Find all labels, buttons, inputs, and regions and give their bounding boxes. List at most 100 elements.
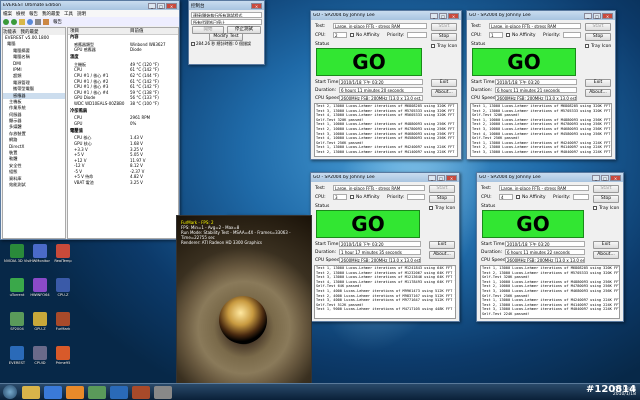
test-select[interactable]: Large, in-place FFTs - stress RAM [333, 23, 427, 29]
back-icon[interactable] [3, 18, 9, 25]
taskbar-ie-icon[interactable] [44, 385, 62, 399]
exit-button[interactable]: Exit [593, 241, 619, 249]
stop-button[interactable]: Stop [585, 33, 611, 41]
cpu-select[interactable]: 1 [489, 32, 503, 38]
report-label[interactable]: 報告 [53, 19, 62, 25]
start-button[interactable]: Start [429, 185, 455, 193]
taskbar: 下午 03:34 2010/1/18 [0, 383, 640, 400]
menu-file[interactable]: 檔案 [3, 11, 12, 17]
priority-select[interactable] [573, 194, 589, 200]
close-button[interactable]: × [602, 12, 613, 19]
cpu-select[interactable]: 4 [499, 194, 513, 200]
about-button[interactable]: About... [431, 89, 457, 97]
cpu-select[interactable]: 2 [333, 32, 347, 38]
app-icon [56, 312, 70, 326]
everest-menubar: 檔案 檢視 報告 我的最愛 工具 說明 [1, 10, 179, 17]
column-item[interactable]: 項目 [68, 28, 130, 34]
taskbar-media-icon[interactable] [66, 385, 84, 399]
start-button[interactable]: Start [431, 23, 457, 31]
about-button[interactable]: About... [585, 89, 611, 97]
checkbox[interactable] [191, 42, 195, 46]
stop-button[interactable]: Stop [431, 33, 457, 41]
affinity-checkbox[interactable] [350, 33, 354, 37]
maximize-button[interactable]: □ [157, 2, 165, 9]
tab-menu[interactable]: 功能表 [3, 29, 17, 35]
about-button[interactable]: About... [593, 251, 619, 259]
priority-label: Priority: [387, 33, 405, 38]
forward-icon[interactable] [11, 18, 17, 25]
close-button[interactable]: × [251, 2, 262, 9]
exit-button[interactable]: Exit [431, 79, 457, 87]
trayicon-checkbox[interactable] [585, 44, 589, 48]
start-button[interactable]: Start [585, 23, 611, 31]
minimize-button[interactable]: _ [428, 174, 436, 181]
menu-favorites[interactable]: 我的最愛 [42, 11, 60, 17]
about-button[interactable]: About... [429, 251, 455, 259]
menu-view[interactable]: 檢視 [16, 11, 25, 17]
priority-select[interactable] [563, 32, 581, 38]
affinity-checkbox[interactable] [350, 195, 354, 199]
sensor-row: VBAT 電池 3.25 V [68, 180, 178, 186]
maximize-button[interactable]: □ [593, 12, 601, 19]
priority-select[interactable] [407, 194, 425, 200]
app-icon [56, 278, 70, 292]
priority-select[interactable] [407, 32, 427, 38]
minimize-button[interactable]: _ [584, 12, 592, 19]
log-textarea: Test 2, 13000 Lucas-Lehmer iterations of… [314, 103, 458, 157]
trayicon-checkbox[interactable] [429, 206, 433, 210]
sensor-label: WDC WD10EALS-00Z8B0 [74, 100, 125, 106]
total-time-text: 284.26 秒 總計時間: 0 個錯誤 [196, 41, 251, 46]
minimize-button[interactable]: _ [592, 174, 600, 181]
menu-tools[interactable]: 工具 [64, 11, 73, 17]
start-orb-icon[interactable] [3, 385, 17, 399]
exit-button[interactable]: Exit [585, 79, 611, 87]
desktop-icon[interactable]: RealTemp [48, 244, 78, 272]
desktop-icon[interactable]: CPU-Z [48, 278, 78, 306]
test-select[interactable]: Large, in-place FFTs - stress RAM [489, 23, 581, 29]
start-button[interactable]: Start [593, 185, 619, 193]
stop-button[interactable]: Stop [429, 195, 455, 203]
menu-help[interactable]: 說明 [77, 11, 86, 17]
maximize-button[interactable]: □ [601, 174, 609, 181]
close-button[interactable]: × [166, 2, 177, 9]
minimize-button[interactable]: _ [430, 12, 438, 19]
affinity-checkbox[interactable] [506, 33, 510, 37]
taskbar-everest-icon[interactable] [110, 385, 128, 399]
taskbar-sp2004-icon[interactable] [88, 385, 106, 399]
test-select[interactable]: Large, in-place FFTs - stress RAM [333, 185, 425, 191]
duration-field: 6 hours 11 minutes 21 seconds [495, 87, 577, 93]
cpu-select[interactable]: 3 [333, 194, 347, 200]
sensor-row: WDC WD10EALS-00Z8B0 38 °C (100 °F) [68, 101, 178, 107]
maximize-button[interactable]: □ [439, 12, 447, 19]
exit-button[interactable]: Exit [429, 241, 455, 249]
trayicon-checkbox[interactable] [431, 44, 435, 48]
close-button[interactable]: × [610, 174, 621, 181]
column-value[interactable]: 目前值 [130, 28, 144, 34]
taskbar-control-icon[interactable] [154, 385, 172, 399]
close-button[interactable]: × [446, 174, 457, 181]
desktop-icon[interactable]: FurMark [48, 312, 78, 340]
user-icon[interactable] [35, 18, 41, 25]
maximize-button[interactable]: □ [437, 174, 445, 181]
minimize-button[interactable]: _ [148, 2, 156, 9]
taskbar-explorer-icon[interactable] [22, 385, 40, 399]
modify-test-button[interactable]: Modify Test [209, 33, 243, 41]
trayicon-checkbox[interactable] [593, 206, 597, 210]
up-icon[interactable] [19, 18, 25, 25]
close-button[interactable]: × [448, 12, 459, 19]
duration-field: 1 hour 17 minutes 35 seconds [339, 249, 421, 255]
stop-button[interactable]: Stop [593, 195, 619, 203]
control-status-line1: 連接/開始執行所有測試程式 [191, 12, 262, 18]
affinity-checkbox[interactable] [516, 195, 520, 199]
taskbar-furmark-icon[interactable] [132, 385, 150, 399]
test-select[interactable]: Large, in-place FFTs - stress RAM [499, 185, 589, 191]
tree-item[interactable]: 效能測試 [3, 182, 65, 188]
tab-favorites[interactable]: 我的最愛 [21, 29, 39, 35]
chart-icon[interactable] [43, 18, 49, 25]
desktop-icon[interactable]: Prime95 [48, 346, 78, 374]
refresh-icon[interactable] [27, 18, 33, 25]
menu-report[interactable]: 報告 [29, 11, 38, 17]
gimps-title: GO - SP2004 by Johnny Lee [469, 13, 531, 18]
start-label: Start Time: [315, 80, 340, 85]
everest-title: EVEREST Ultimate Edition [3, 3, 62, 8]
